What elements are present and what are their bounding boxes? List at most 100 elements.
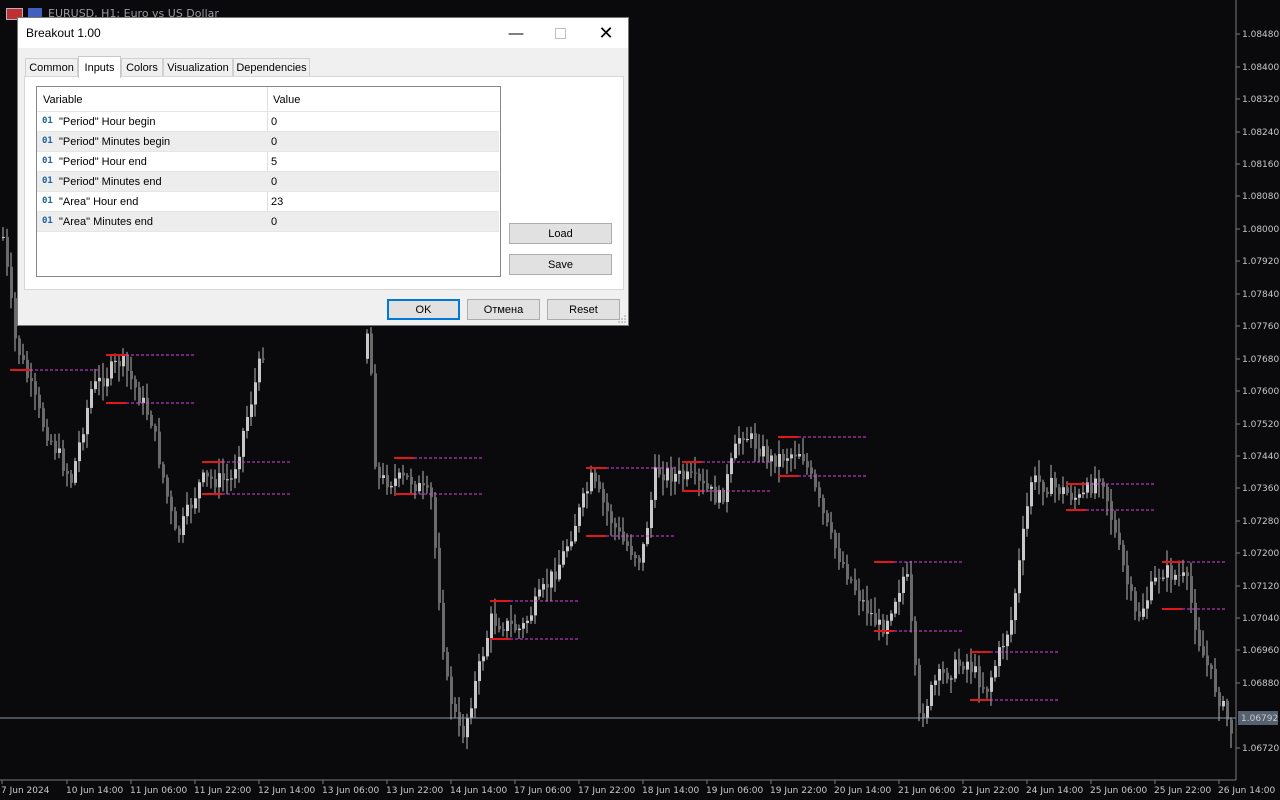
input-row[interactable]: 01 "Period" Hour begin 0: [37, 112, 499, 132]
candle-body: [1010, 620, 1013, 635]
candle-body: [1006, 634, 1009, 647]
resize-grip-icon[interactable]: [618, 315, 626, 323]
tab-dependencies[interactable]: Dependencies: [233, 58, 310, 76]
input-value[interactable]: 0: [271, 116, 277, 128]
reset-button[interactable]: Reset: [547, 299, 620, 320]
candle-body: [514, 623, 517, 631]
input-value[interactable]: 0: [271, 216, 277, 228]
candle-body: [1194, 602, 1197, 630]
candle-body: [878, 619, 881, 625]
candle-body: [174, 511, 177, 529]
input-value[interactable]: 0: [271, 176, 277, 188]
candle-body: [1122, 544, 1125, 566]
candle-body: [170, 496, 173, 512]
tab-inputs[interactable]: Inputs: [78, 56, 121, 78]
candle-body: [150, 414, 153, 426]
tab-visualization[interactable]: Visualization: [163, 58, 233, 76]
input-row[interactable]: 01 "Area" Minutes end 0: [37, 212, 499, 232]
ok-button[interactable]: OK: [387, 299, 460, 320]
input-row[interactable]: 01 "Area" Hour end 23: [37, 192, 499, 212]
candle-body: [694, 472, 697, 474]
load-button[interactable]: Load: [509, 223, 612, 244]
candle-body: [682, 470, 685, 480]
input-variable: "Period" Minutes end: [59, 176, 162, 188]
minimize-button[interactable]: —: [494, 18, 538, 48]
price-axis-label: 1.07040: [1242, 614, 1279, 624]
candle-body: [530, 615, 533, 621]
candle-body: [890, 613, 893, 621]
candle-body: [930, 684, 933, 706]
candle-body: [946, 672, 949, 680]
candle-body: [6, 236, 9, 267]
inputs-grid[interactable]: Variable Value 01 "Period" Hour begin 0 …: [36, 86, 501, 277]
price-axis-label: 1.06880: [1242, 679, 1279, 689]
candle: [370, 327, 373, 376]
candle-body: [798, 454, 801, 457]
candle-body: [142, 397, 145, 404]
column-header-value[interactable]: Value: [273, 94, 300, 106]
candle-body: [126, 355, 129, 371]
save-button[interactable]: Save: [509, 254, 612, 275]
candle-body: [562, 551, 565, 565]
candle-body: [218, 473, 221, 488]
tab-common[interactable]: Common: [25, 58, 78, 76]
candle-body: [366, 333, 369, 359]
time-axis-label: 19 Jun 06:00: [706, 786, 763, 796]
candle-body: [438, 547, 441, 603]
candle-body: [742, 438, 745, 441]
candle-body: [1018, 560, 1021, 594]
candle-body: [66, 470, 69, 474]
candle-body: [222, 473, 225, 480]
candle-body: [106, 378, 109, 387]
candle-body: [186, 504, 189, 517]
candle-body: [1170, 565, 1173, 580]
candle-body: [122, 355, 125, 367]
candle-body: [990, 677, 993, 692]
candle-body: [54, 440, 57, 453]
candle-body: [134, 379, 137, 388]
candle-body: [102, 377, 105, 387]
column-header-variable[interactable]: Variable: [43, 94, 83, 106]
tab-colors[interactable]: Colors: [121, 58, 163, 76]
maximize-button[interactable]: [538, 18, 582, 48]
candle-body: [494, 613, 497, 626]
candle-body: [446, 652, 449, 677]
input-row[interactable]: 01 "Period" Minutes end 0: [37, 172, 499, 192]
candle-body: [26, 359, 29, 379]
candle-body: [234, 469, 237, 479]
input-row[interactable]: 01 "Period" Hour end 5: [37, 152, 499, 172]
candle-body: [1138, 611, 1141, 617]
time-axis-label: 21 Jun 22:00: [962, 786, 1019, 796]
time-axis-label: 14 Jun 14:00: [450, 786, 507, 796]
input-row[interactable]: 01 "Period" Minutes begin 0: [37, 132, 499, 152]
price-axis-label: 1.06960: [1242, 646, 1279, 656]
candle-body: [50, 440, 53, 442]
input-value[interactable]: 5: [271, 156, 277, 168]
input-value[interactable]: 23: [271, 196, 283, 208]
candle-body: [10, 266, 13, 299]
candle-body: [498, 625, 501, 630]
candle-body: [422, 483, 425, 486]
time-axis-label: 19 Jun 22:00: [770, 786, 827, 796]
candle-body: [962, 666, 965, 670]
candle-body: [162, 464, 165, 478]
price-axis-label: 1.07120: [1242, 582, 1279, 592]
price-axis-label: 1.07200: [1242, 549, 1279, 559]
candle-body: [1082, 492, 1085, 495]
close-button[interactable]: ✕: [584, 18, 628, 48]
candle-body: [942, 669, 945, 673]
candle-body: [1226, 700, 1229, 720]
candle-body: [442, 602, 445, 653]
candle: [722, 487, 725, 505]
candle-body: [1174, 574, 1177, 580]
candle-body: [138, 387, 141, 404]
cancel-button[interactable]: Отмена: [467, 299, 540, 320]
input-variable: "Area" Hour end: [59, 196, 139, 208]
candle-body: [178, 528, 181, 536]
dialog-titlebar[interactable]: Breakout 1.00 — ✕: [18, 18, 628, 48]
candle-body: [1182, 572, 1185, 576]
candle-body: [702, 480, 705, 484]
input-value[interactable]: 0: [271, 136, 277, 148]
time-axis-label: 25 Jun 22:00: [1154, 786, 1211, 796]
candle-body: [22, 355, 25, 360]
